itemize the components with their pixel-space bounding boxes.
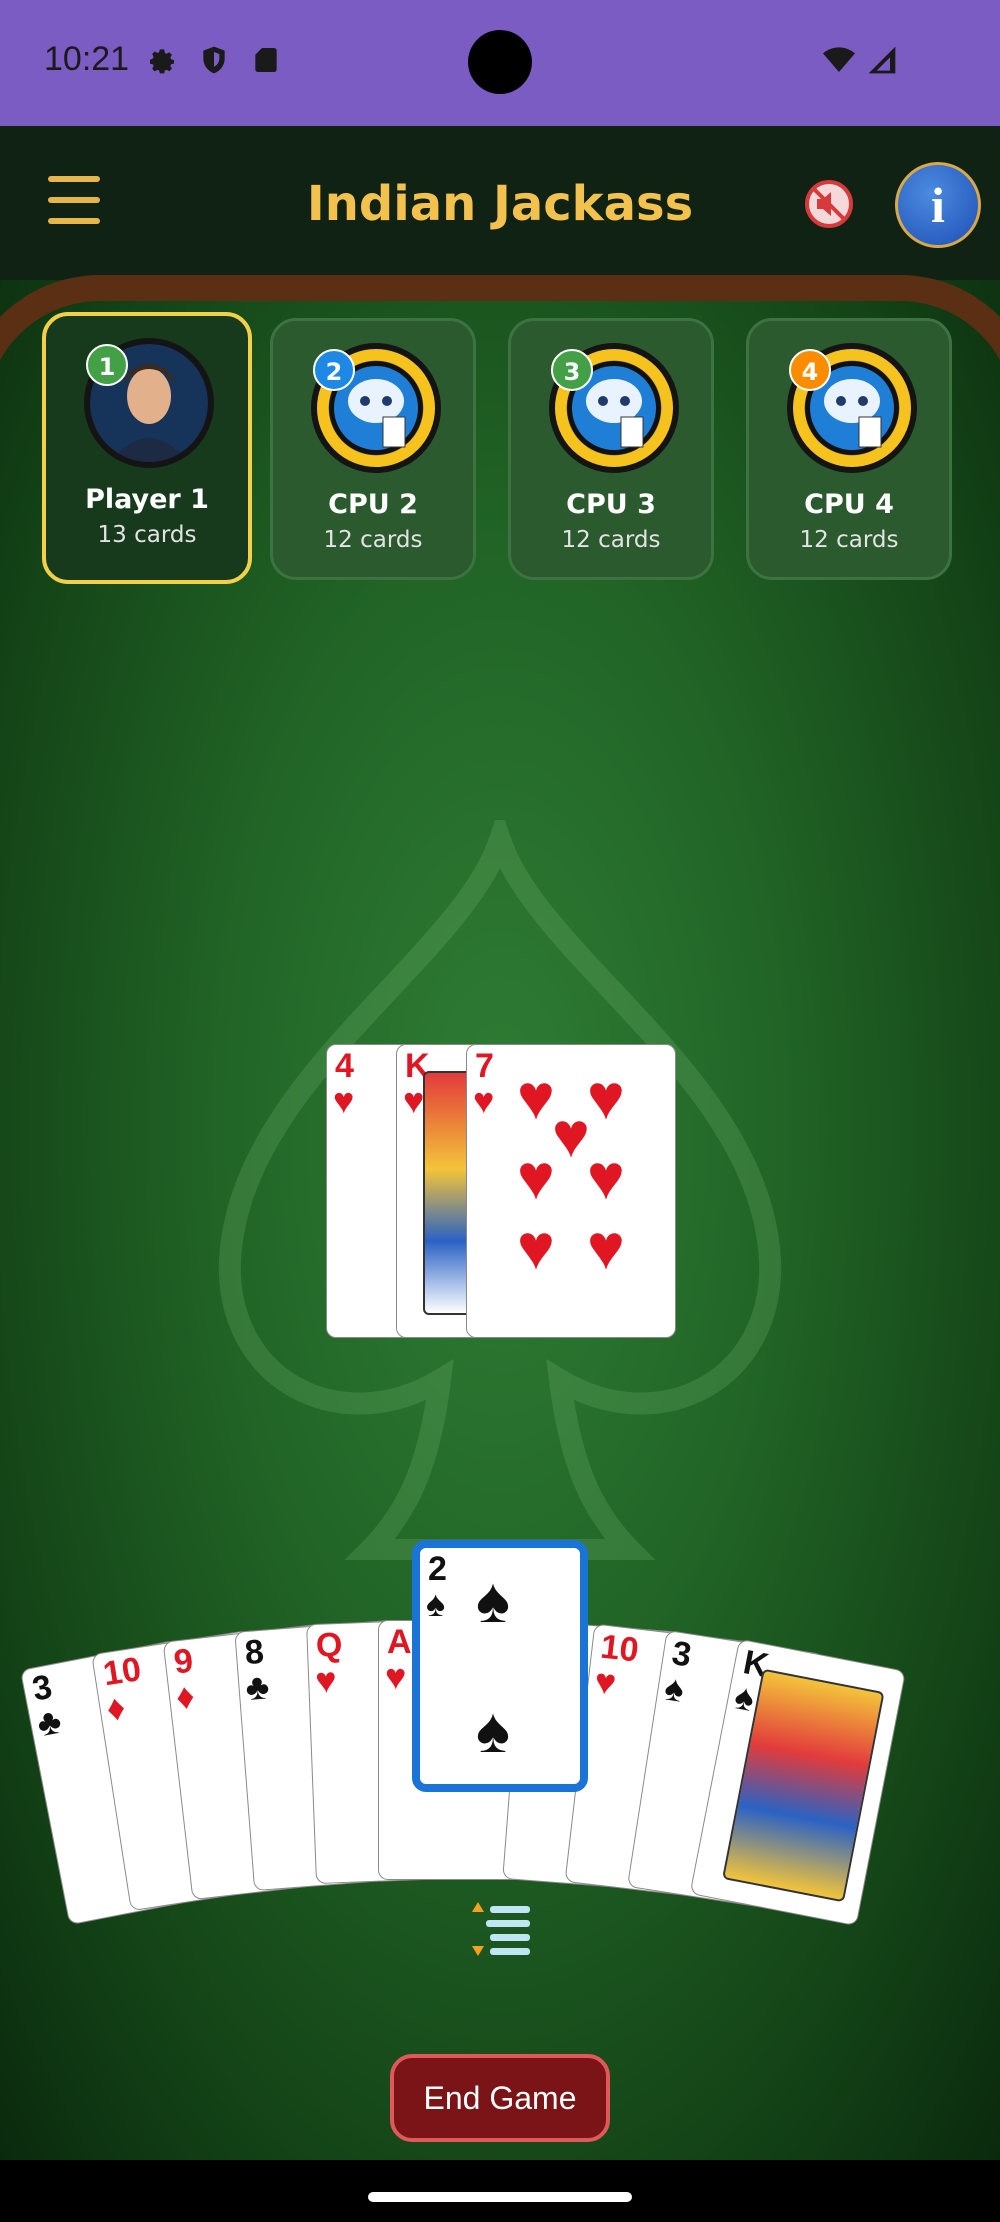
- wifi-icon: [823, 47, 855, 72]
- card-suit-icon: ♣: [33, 1699, 65, 1745]
- home-indicator[interactable]: [368, 2192, 632, 2202]
- status-time: 10:21: [44, 40, 130, 78]
- player-card-4: 4 CPU 4 12 cards: [746, 318, 952, 580]
- card-suit-icon: ♠: [426, 1583, 446, 1624]
- player-number-badge: 4: [789, 349, 831, 391]
- card-pip: ♥: [587, 1211, 625, 1283]
- player-card-count: 12 cards: [561, 527, 661, 553]
- shield-icon: [203, 46, 225, 74]
- player-number-badge: 1: [86, 344, 128, 386]
- sort-cards-icon[interactable]: [466, 1900, 536, 1960]
- navigation-bar: [0, 2160, 1000, 2222]
- card-suit-icon: ♥: [473, 1080, 495, 1121]
- player-name: CPU 3: [566, 489, 656, 520]
- player-name: CPU 2: [328, 489, 418, 520]
- card-suit-icon: ♦: [103, 1686, 129, 1730]
- sd-card-icon: [255, 48, 277, 72]
- end-game-button[interactable]: End Game: [390, 2054, 610, 2142]
- player-card-count: 12 cards: [323, 527, 423, 553]
- camera-cutout: [468, 30, 532, 94]
- card-suit-icon: ♥: [403, 1080, 425, 1121]
- card-pip: ♠: [476, 1694, 510, 1766]
- player-card-3: 3 CPU 3 12 cards: [508, 318, 714, 580]
- selected-hand-card[interactable]: 2 ♠ ♠ ♠: [412, 1540, 588, 1792]
- card-pip: ♥: [552, 1099, 590, 1171]
- player-number-badge: 2: [313, 349, 355, 391]
- player-card-2: 2 CPU 2 12 cards: [270, 318, 476, 580]
- player-name: Player 1: [85, 484, 209, 515]
- card-suit-icon: ♥: [592, 1659, 619, 1704]
- player-card-count: 12 cards: [799, 527, 899, 553]
- card-suit-icon: ♠: [661, 1666, 688, 1711]
- card-pip: ♥: [587, 1061, 625, 1133]
- player-card-count: 13 cards: [97, 522, 197, 548]
- signal-icon: [868, 46, 896, 74]
- card-pip: ♥: [517, 1061, 555, 1133]
- card-pip: ♥: [517, 1141, 555, 1213]
- player-number-badge: 3: [551, 349, 593, 391]
- card-suit-icon: ♥: [314, 1659, 338, 1702]
- card-suit-icon: ♥: [333, 1080, 355, 1121]
- player-name: CPU 4: [804, 489, 894, 520]
- info-icon[interactable]: i: [895, 162, 981, 248]
- card-suit-icon: ♦: [173, 1674, 197, 1718]
- card-suit-icon: ♣: [244, 1665, 271, 1708]
- card-pip: ♥: [517, 1211, 555, 1283]
- player-card-1: 1 Player 1 13 cards: [42, 312, 252, 584]
- muted-speaker-icon[interactable]: [804, 179, 854, 229]
- card-pip: ♥: [587, 1141, 625, 1213]
- gear-icon: [150, 49, 174, 74]
- app-bar: Indian Jackass i: [0, 126, 1000, 280]
- card-pip: ♠: [476, 1564, 510, 1636]
- card-suit-icon: ♥: [385, 1656, 407, 1697]
- status-bar: 10:21: [0, 0, 1000, 126]
- pile-card: 7 ♥ ♥ ♥ ♥ ♥ ♥ ♥ ♥: [466, 1044, 676, 1338]
